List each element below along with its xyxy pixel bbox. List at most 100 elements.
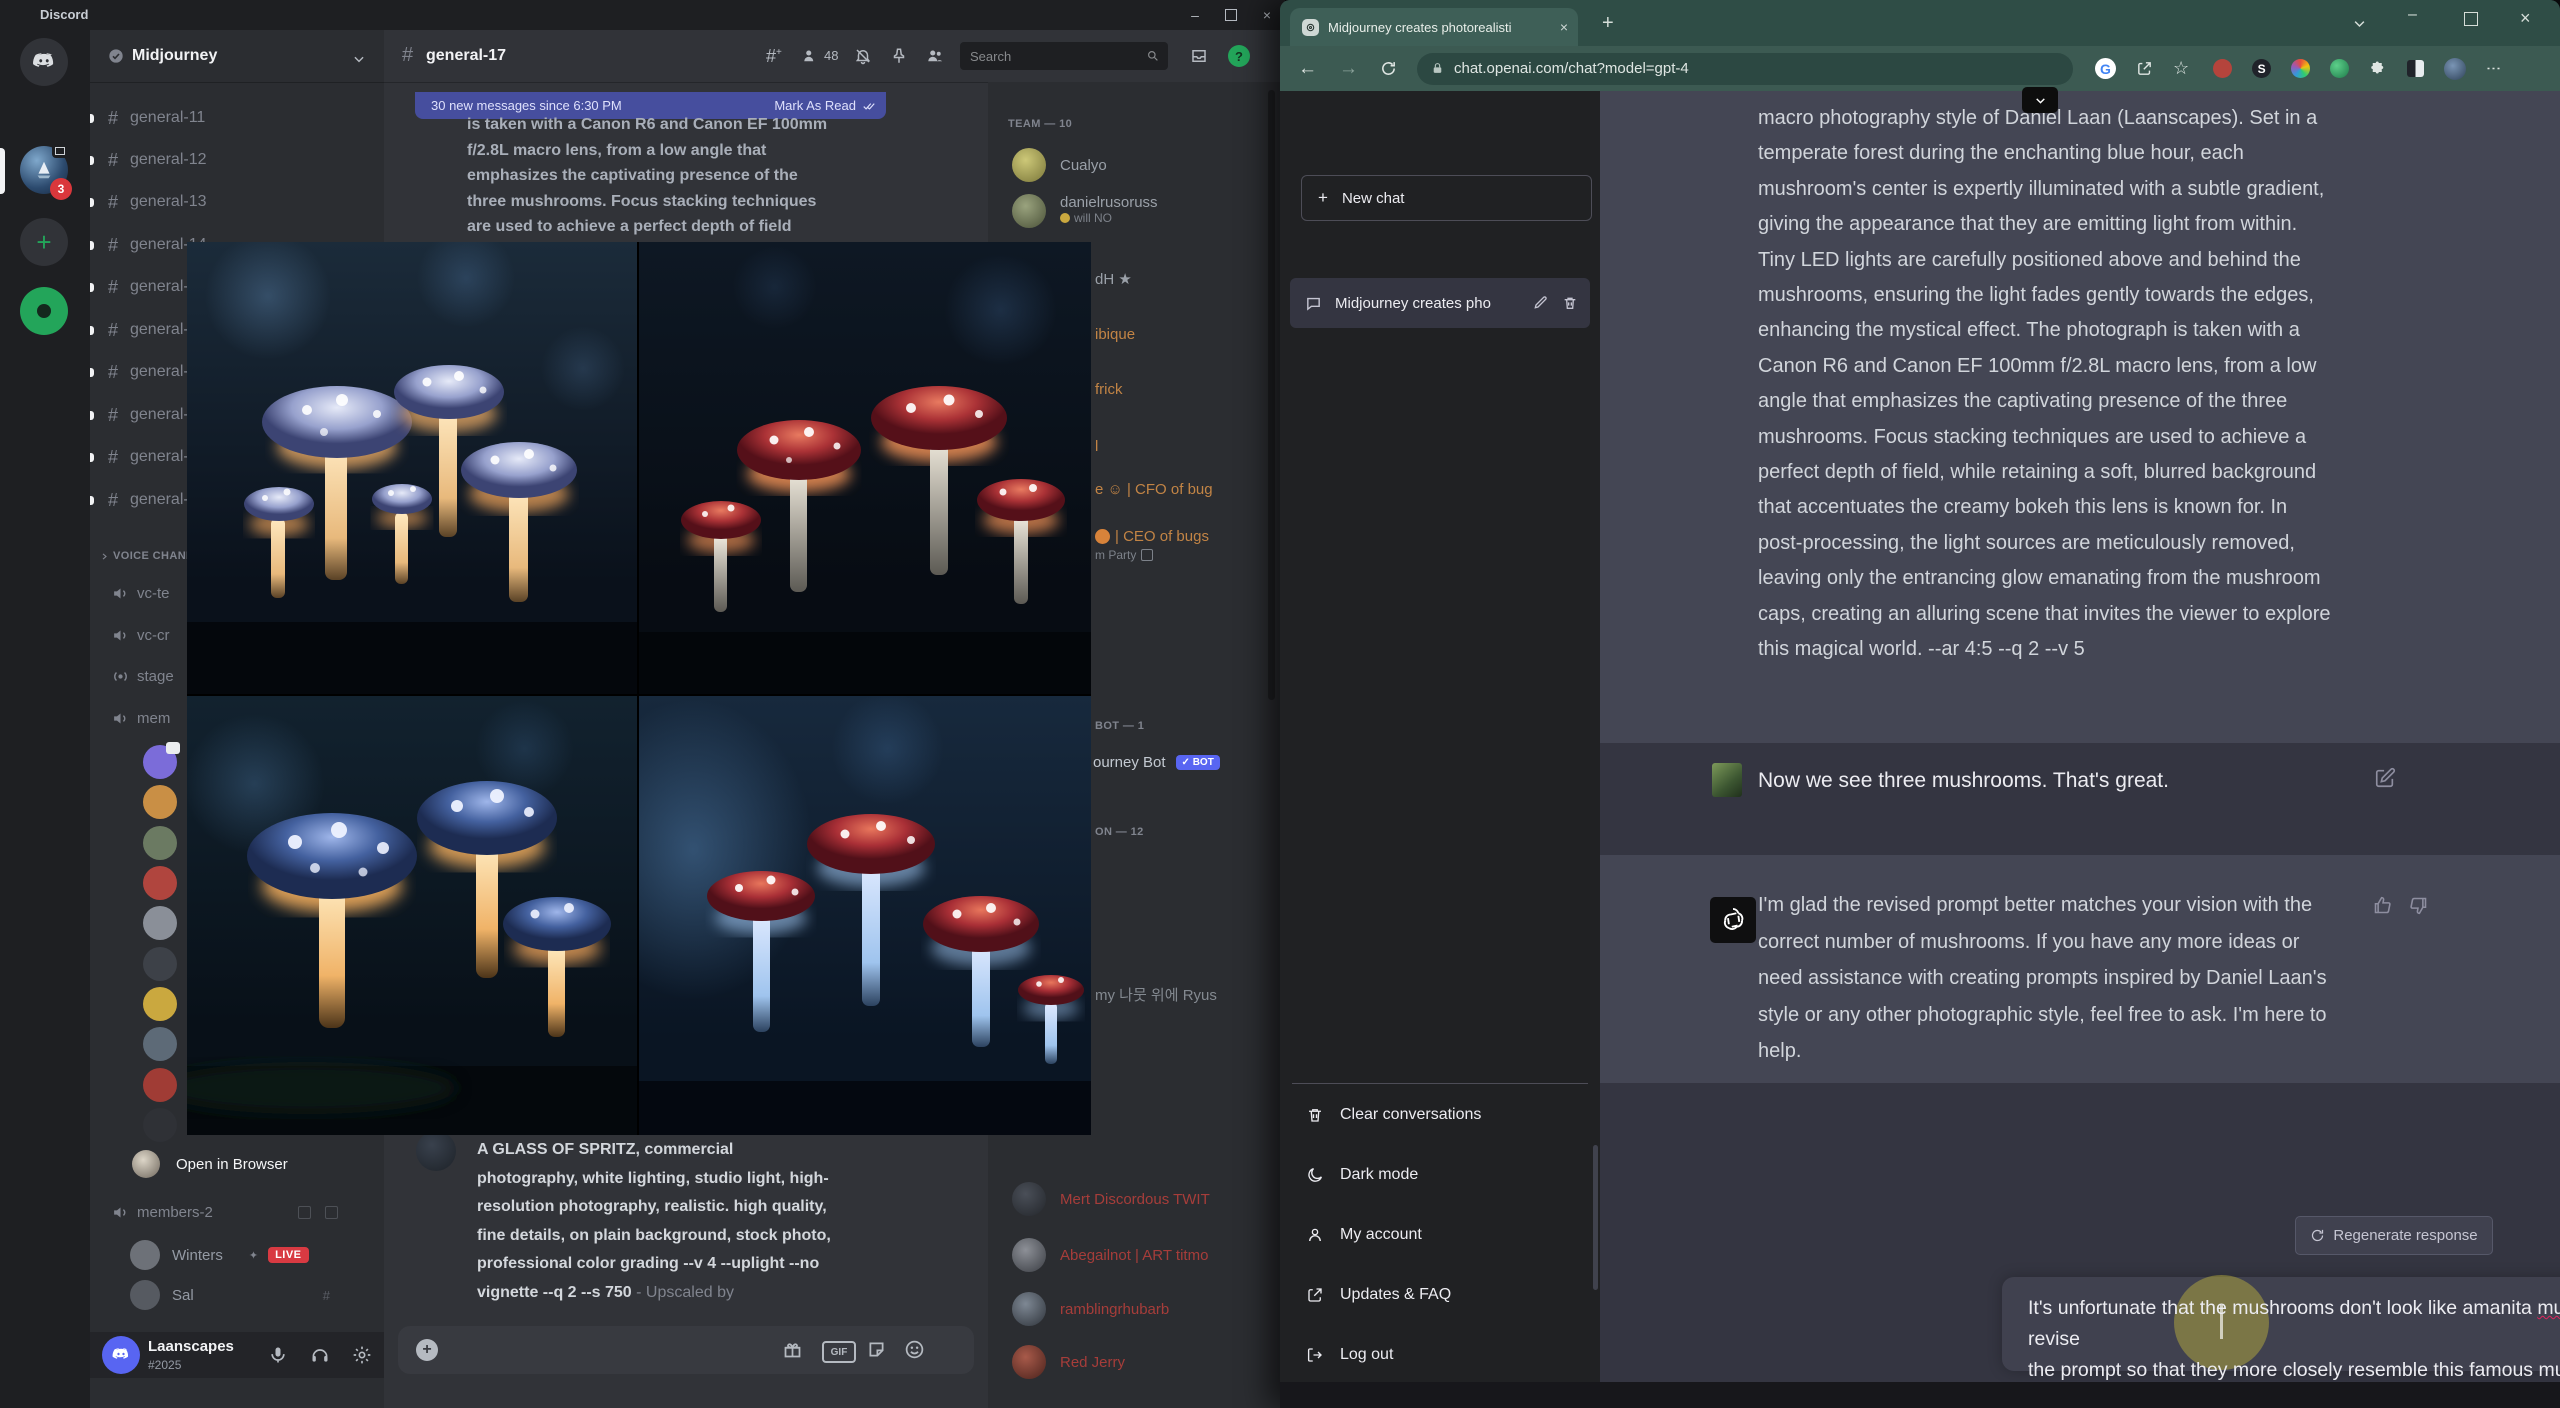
user-avatar[interactable] — [102, 1336, 140, 1374]
gift-icon[interactable] — [782, 1339, 803, 1360]
member-name[interactable]: l — [1095, 438, 1098, 455]
explore-servers-icon[interactable] — [20, 287, 68, 335]
sidebar-item-updates[interactable]: Updates & FAQ — [1292, 1271, 1588, 1319]
extension-dashlane-icon[interactable] — [2213, 59, 2233, 78]
mic-icon[interactable] — [268, 1345, 288, 1365]
sidebar-item-channel[interactable]: # general-12 — [90, 143, 384, 177]
notifications-icon[interactable] — [854, 47, 872, 65]
server-header[interactable]: Midjourney — [90, 30, 384, 83]
sidebar-item-channel[interactable]: # general-13 — [90, 185, 384, 219]
chat-input[interactable]: It's unfortunate that the mushrooms don'… — [2002, 1275, 2560, 1381]
bookmark-star-icon[interactable]: ☆ — [2173, 58, 2189, 79]
sidebar-item-logout[interactable]: Log out — [1292, 1331, 1588, 1379]
search-input[interactable]: Search — [960, 42, 1168, 70]
avatar[interactable] — [143, 906, 177, 940]
gif-icon[interactable]: GIF — [822, 1341, 856, 1363]
menu-dots-icon[interactable]: ⋮ — [2484, 61, 2502, 77]
new-tab-icon[interactable]: + — [1602, 12, 1614, 35]
maximize-icon[interactable] — [1220, 4, 1242, 26]
member-row[interactable]: Red Jerry — [1012, 1345, 1125, 1379]
member-name[interactable]: my 나뭇 위에 Ryus — [1095, 984, 1217, 1005]
google-account-icon[interactable]: G — [2095, 58, 2116, 79]
member-name[interactable]: ibique — [1095, 326, 1135, 343]
window-maximize-icon[interactable] — [2464, 12, 2478, 26]
share-icon[interactable] — [2136, 60, 2153, 77]
member-name[interactable]: e ☺ | CFO of bug — [1095, 481, 1213, 498]
voice-user-row[interactable]: Winters ✦ LIVE — [100, 1238, 380, 1272]
help-icon[interactable]: ? — [1228, 45, 1250, 67]
midjourney-image-grid[interactable] — [187, 242, 1091, 1135]
tab-search-chevron-icon[interactable] — [2352, 16, 2367, 31]
avatar[interactable] — [143, 785, 177, 819]
conversation-item[interactable]: Midjourney creates pho — [1290, 278, 1590, 328]
tab-close-icon[interactable]: × — [1560, 19, 1568, 35]
extension-color-icon[interactable] — [2291, 59, 2311, 78]
sidebar-item-darkmode[interactable]: Dark mode — [1292, 1151, 1588, 1199]
emoji-icon[interactable] — [904, 1339, 925, 1360]
profile-avatar[interactable] — [2444, 57, 2467, 80]
member-row[interactable]: Cualyo — [1012, 148, 1107, 182]
discord-home-icon[interactable] — [20, 38, 68, 86]
thumbs-down-icon[interactable] — [2408, 895, 2429, 916]
extensions-puzzle-icon[interactable] — [2369, 60, 2387, 78]
member-name[interactable]: dH ★ — [1095, 270, 1132, 288]
sidebar-item-clear[interactable]: Clear conversations — [1292, 1091, 1588, 1139]
member-row[interactable]: Mert Discordous TWIT — [1012, 1182, 1210, 1216]
add-server-icon[interactable]: + — [20, 218, 68, 266]
hash-icon: # — [108, 489, 119, 510]
minimize-icon[interactable]: – — [1184, 4, 1206, 26]
thumbs-up-icon[interactable] — [2372, 895, 2393, 916]
reload-icon[interactable] — [1380, 60, 1397, 77]
avatar[interactable] — [143, 1108, 177, 1142]
back-icon[interactable]: ← — [1298, 58, 1317, 80]
avatar[interactable] — [143, 947, 177, 981]
sticker-icon[interactable] — [866, 1339, 887, 1360]
threads-icon[interactable]: #+ — [766, 46, 782, 67]
edit-icon[interactable] — [1532, 295, 1548, 311]
avatar[interactable] — [143, 1027, 177, 1061]
member-row[interactable]: ramblingrhubarb — [1012, 1292, 1169, 1326]
avatar[interactable] — [143, 826, 177, 860]
avatar[interactable] — [143, 866, 177, 900]
regenerate-button[interactable]: Regenerate response — [2295, 1216, 2493, 1255]
new-chat-button[interactable]: + New chat — [1301, 175, 1592, 221]
member-list-icon[interactable] — [926, 47, 944, 65]
forward-icon[interactable]: → — [1339, 58, 1358, 80]
member-row[interactable]: Abegailnot | ART titmo — [1012, 1238, 1208, 1272]
member-row-bot[interactable]: ourney Bot ✓ BOT — [1093, 754, 1220, 771]
member-list-scrollbar[interactable] — [1268, 90, 1275, 700]
member-row[interactable]: | CEO of bugs m Party — [1095, 528, 1209, 562]
browser-tab[interactable]: Midjourney creates photorealisti × — [1290, 8, 1578, 46]
window-minimize-icon[interactable]: – — [2408, 6, 2417, 24]
close-icon[interactable]: × — [1256, 4, 1278, 26]
scroll-indicator-chip[interactable] — [2022, 87, 2058, 113]
members-count-icon[interactable] — [802, 47, 820, 65]
sidebar-item-account[interactable]: My account — [1292, 1211, 1588, 1259]
url-bar[interactable]: chat.openai.com/chat?model=gpt-4 — [1417, 52, 2073, 85]
sidebar-item-voice-members2[interactable]: members-2 — [90, 1196, 384, 1228]
voice-user-row[interactable]: Sal # — [100, 1278, 380, 1312]
headphones-icon[interactable] — [310, 1345, 330, 1365]
avatar[interactable] — [143, 1068, 177, 1102]
open-in-browser-button[interactable]: Open in Browser — [100, 1146, 370, 1182]
sidebar-scrollbar[interactable] — [1593, 1145, 1598, 1290]
sidebar-item-channel[interactable]: # general-11 — [90, 101, 384, 135]
message-input[interactable]: + GIF — [398, 1326, 974, 1374]
delete-icon[interactable] — [1562, 295, 1578, 311]
inbox-icon[interactable] — [1190, 47, 1208, 65]
extension-s-icon[interactable]: S — [2252, 59, 2272, 78]
gear-icon[interactable] — [352, 1345, 372, 1365]
member-name[interactable]: frick — [1095, 381, 1123, 398]
message-avatar[interactable] — [416, 1131, 456, 1171]
external-link-icon — [1308, 1288, 1322, 1302]
avatar[interactable] — [143, 987, 177, 1021]
mark-as-read-button[interactable]: Mark As Read — [774, 98, 876, 113]
pin-icon[interactable] — [890, 47, 908, 65]
sparkle-icon: ✦ — [248, 1249, 259, 1262]
extension-contrast-icon[interactable] — [2407, 60, 2425, 77]
window-close-icon[interactable]: × — [2520, 8, 2531, 29]
extension-green-icon[interactable] — [2330, 59, 2350, 78]
member-row[interactable]: danielrusoruss will NO — [1012, 194, 1158, 228]
attach-plus-icon[interactable]: + — [416, 1339, 438, 1361]
edit-message-icon[interactable] — [2374, 767, 2396, 789]
